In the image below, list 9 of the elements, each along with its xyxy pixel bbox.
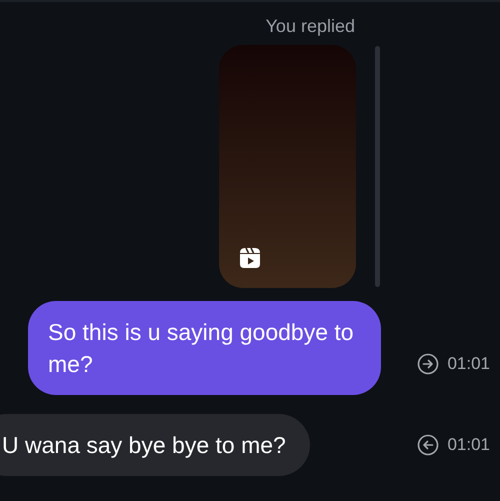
reel-icon [238,246,262,270]
arrow-left-circle-icon [417,434,440,456]
reply-label: You replied [266,16,355,37]
message-bubble: U wana say bye bye to me? [0,414,310,476]
message-time: 01:01 [447,354,490,374]
reel-preview[interactable] [219,45,356,288]
message-bubble: So this is u saying goodbye to me? [28,301,381,395]
message-time: 01:01 [447,435,490,455]
arrow-right-circle-icon [417,353,440,375]
